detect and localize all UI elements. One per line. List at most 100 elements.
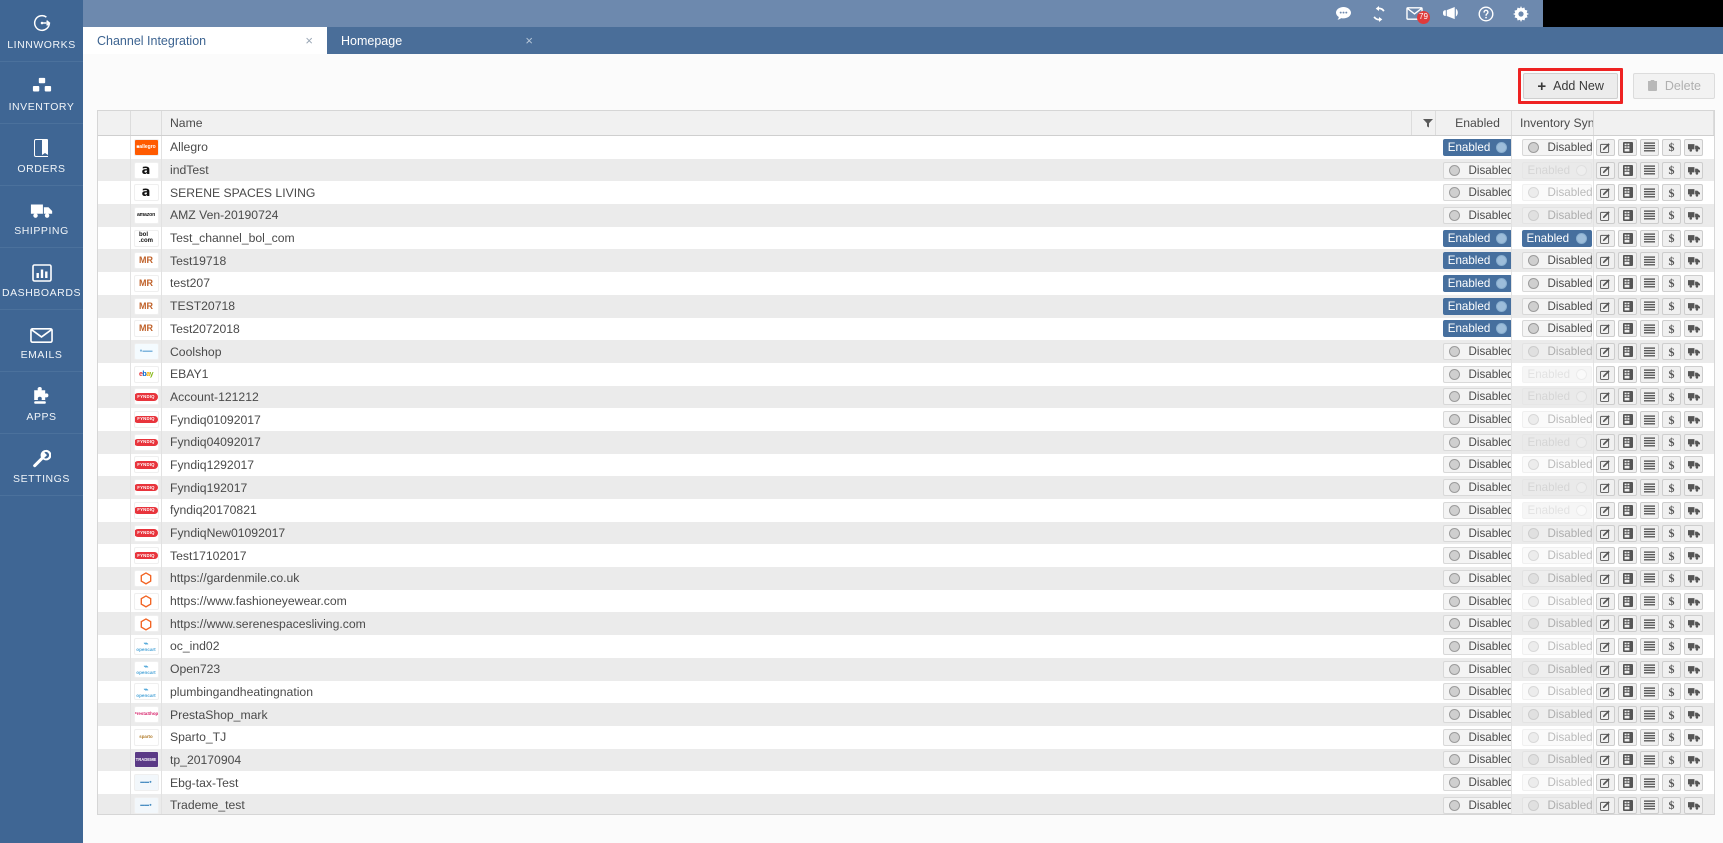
list-icon[interactable]: [1640, 343, 1659, 361]
shipping-icon[interactable]: [1684, 365, 1703, 383]
save-icon[interactable]: [1618, 569, 1637, 587]
shipping-icon[interactable]: [1684, 388, 1703, 406]
list-icon[interactable]: [1640, 161, 1659, 179]
list-icon[interactable]: [1640, 774, 1659, 792]
shipping-icon[interactable]: [1684, 524, 1703, 542]
shipping-icon[interactable]: [1684, 751, 1703, 769]
row-checkbox[interactable]: [98, 294, 131, 318]
enabled-toggle[interactable]: Disabled: [1442, 683, 1511, 701]
row-checkbox[interactable]: [98, 657, 131, 681]
row-checkbox[interactable]: [98, 680, 131, 704]
tab-channel-integration[interactable]: Channel Integration ×: [83, 27, 327, 54]
list-icon[interactable]: [1640, 615, 1659, 633]
enabled-toggle[interactable]: Disabled: [1442, 411, 1511, 429]
save-icon[interactable]: [1618, 728, 1637, 746]
row-checkbox[interactable]: [98, 725, 131, 749]
save-icon[interactable]: [1618, 660, 1637, 678]
enabled-toggle[interactable]: Enabled: [1442, 252, 1511, 270]
save-icon[interactable]: [1618, 229, 1637, 247]
table-row[interactable]: a SERENE SPACES LIVING Disabled Disabled $: [98, 181, 1714, 205]
edit-icon[interactable]: [1596, 637, 1615, 655]
row-checkbox[interactable]: [98, 499, 131, 522]
shipping-icon[interactable]: [1684, 569, 1703, 587]
table-row[interactable]: FYNDIQ FyndiqNew01092017 Disabled Disabled $: [98, 521, 1714, 545]
price-icon[interactable]: $: [1662, 433, 1681, 451]
shipping-icon[interactable]: [1684, 138, 1703, 156]
table-row[interactable]: ⬡ https://www.fashioneyewear.com Disabled D…: [98, 589, 1714, 613]
price-icon[interactable]: $: [1662, 479, 1681, 497]
enabled-toggle[interactable]: Disabled: [1442, 547, 1511, 565]
inventory-sync-toggle[interactable]: Enabled: [1521, 229, 1592, 247]
sidebar-item-inventory[interactable]: INVENTORY: [0, 62, 83, 124]
row-checkbox[interactable]: [98, 589, 131, 613]
table-row[interactable]: TRADEME tp_20170904 Disabled Disabled $: [98, 748, 1714, 772]
table-row[interactable]: MR test207 Enabled Disabled $: [98, 272, 1714, 295]
price-icon[interactable]: $: [1662, 660, 1681, 678]
list-icon[interactable]: [1640, 479, 1659, 497]
shipping-icon[interactable]: [1684, 706, 1703, 724]
filter-icon[interactable]: [1412, 111, 1436, 135]
row-checkbox[interactable]: [98, 703, 131, 726]
list-icon[interactable]: [1640, 547, 1659, 565]
list-icon[interactable]: [1640, 320, 1659, 338]
shipping-icon[interactable]: [1684, 660, 1703, 678]
list-icon[interactable]: [1640, 184, 1659, 202]
price-icon[interactable]: $: [1662, 252, 1681, 270]
shipping-icon[interactable]: [1684, 411, 1703, 429]
list-icon[interactable]: [1640, 501, 1659, 519]
list-icon[interactable]: [1640, 706, 1659, 724]
enabled-toggle[interactable]: Disabled: [1442, 728, 1511, 746]
price-icon[interactable]: $: [1662, 501, 1681, 519]
save-icon[interactable]: [1618, 706, 1637, 724]
shipping-icon[interactable]: [1684, 501, 1703, 519]
row-checkbox[interactable]: [98, 362, 131, 386]
edit-icon[interactable]: [1596, 343, 1615, 361]
price-icon[interactable]: $: [1662, 637, 1681, 655]
edit-icon[interactable]: [1596, 388, 1615, 406]
price-icon[interactable]: $: [1662, 683, 1681, 701]
edit-icon[interactable]: [1596, 796, 1615, 814]
shipping-icon[interactable]: [1684, 433, 1703, 451]
row-checkbox[interactable]: [98, 317, 131, 341]
shipping-icon[interactable]: [1684, 637, 1703, 655]
row-checkbox[interactable]: [98, 408, 131, 431]
edit-icon[interactable]: [1596, 728, 1615, 746]
row-checkbox[interactable]: [98, 204, 131, 227]
price-icon[interactable]: $: [1662, 274, 1681, 292]
shipping-icon[interactable]: [1684, 456, 1703, 474]
save-icon[interactable]: [1618, 161, 1637, 179]
enabled-toggle[interactable]: Disabled: [1442, 796, 1511, 814]
table-row[interactable]: ●▬▬ Coolshop Disabled Disabled $: [98, 340, 1714, 363]
table-row[interactable]: ⌁ opencart plumbingandheatingnation Disable…: [98, 680, 1714, 704]
price-icon[interactable]: $: [1662, 706, 1681, 724]
save-icon[interactable]: [1618, 184, 1637, 202]
row-checkbox[interactable]: [98, 340, 131, 363]
save-icon[interactable]: [1618, 751, 1637, 769]
edit-icon[interactable]: [1596, 501, 1615, 519]
enabled-toggle[interactable]: Enabled: [1442, 229, 1511, 247]
price-icon[interactable]: $: [1662, 138, 1681, 156]
price-icon[interactable]: $: [1662, 751, 1681, 769]
save-icon[interactable]: [1618, 206, 1637, 224]
save-icon[interactable]: [1618, 388, 1637, 406]
table-row[interactable]: sparto Sparto_TJ Disabled Disabled $: [98, 725, 1714, 749]
enabled-toggle[interactable]: Disabled: [1442, 388, 1511, 406]
price-icon[interactable]: $: [1662, 343, 1681, 361]
enabled-toggle[interactable]: Enabled: [1442, 297, 1511, 315]
price-icon[interactable]: $: [1662, 615, 1681, 633]
row-checkbox[interactable]: [98, 136, 131, 159]
list-icon[interactable]: [1640, 252, 1659, 270]
shipping-icon[interactable]: [1684, 274, 1703, 292]
sidebar-item-apps[interactable]: APPS: [0, 372, 83, 434]
edit-icon[interactable]: [1596, 706, 1615, 724]
enabled-toggle[interactable]: Disabled: [1442, 751, 1511, 769]
price-icon[interactable]: $: [1662, 161, 1681, 179]
save-icon[interactable]: [1618, 274, 1637, 292]
table-row[interactable]: ▬▬● Ebg-tax-Test Disabled Disabled $: [98, 771, 1714, 794]
shipping-icon[interactable]: [1684, 297, 1703, 315]
save-icon[interactable]: [1618, 501, 1637, 519]
header-inventory-sync-col[interactable]: Inventory Sync...: [1512, 111, 1594, 135]
price-icon[interactable]: $: [1662, 388, 1681, 406]
edit-icon[interactable]: [1596, 433, 1615, 451]
inventory-sync-toggle[interactable]: Disabled: [1521, 252, 1593, 270]
